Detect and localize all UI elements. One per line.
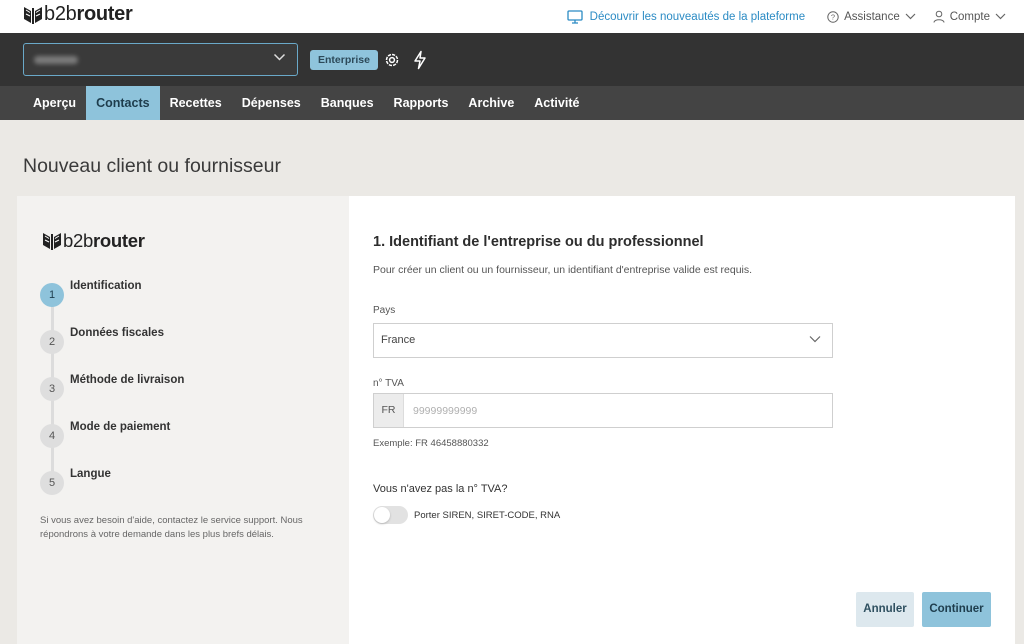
vat-field: FR [373, 393, 833, 428]
step-number: 3 [40, 377, 64, 401]
top-bar: b2brouter Découvrir les nouveautés de la… [0, 0, 1024, 33]
blurred-company-name [34, 56, 78, 64]
country-select[interactable]: France [373, 323, 833, 358]
assistance-menu[interactable]: ? Assistance [827, 11, 916, 23]
logo-text: b2brouter [63, 230, 145, 251]
assistance-label: Assistance [844, 10, 900, 23]
logo-text: b2brouter [44, 3, 133, 25]
continue-button[interactable]: Continuer [922, 592, 991, 627]
monitor-icon [567, 9, 583, 24]
company-selector[interactable] [23, 43, 298, 76]
form-subtitle: Pour créer un client ou un fournisseur, … [373, 264, 753, 276]
toggle-knob [374, 507, 390, 523]
nav-item-rapports[interactable]: Rapports [384, 86, 459, 120]
user-icon [933, 10, 945, 23]
company-bar: Enterprise [0, 33, 1024, 86]
chevron-down-icon [273, 53, 286, 61]
main-nav: Aperçu Contacts Recettes Dépenses Banque… [0, 86, 1024, 120]
vat-input[interactable] [405, 394, 832, 427]
step-label: Méthode de livraison [70, 374, 185, 386]
nav-item-depenses[interactable]: Dépenses [232, 86, 311, 120]
nav-item-banques[interactable]: Banques [311, 86, 384, 120]
country-label: Pays [373, 305, 396, 316]
no-vat-question: Vous n'avez pas la n° TVA? [373, 483, 508, 495]
step-mode-paiement: 4 Mode de paiement [40, 421, 171, 448]
form-card: b2brouter 1 Identification 2 Données fis… [17, 196, 1015, 644]
step-identification: 1 Identification [40, 280, 142, 307]
nav-item-activite[interactable]: Activité [524, 86, 589, 120]
form-heading: 1. Identifiant de l'entreprise ou du pro… [373, 234, 704, 250]
step-methode-livraison: 3 Méthode de livraison [40, 374, 185, 401]
discover-news-label: Découvrir les nouveautés de la plateform… [589, 10, 806, 23]
discover-news-link[interactable]: Découvrir les nouveautés de la plateform… [567, 9, 806, 24]
step-number: 1 [40, 283, 64, 307]
step-label: Données fiscales [70, 327, 164, 339]
nav-item-apercu[interactable]: Aperçu [23, 86, 86, 120]
page-title: Nouveau client ou fournisseur [23, 155, 281, 177]
alt-identifier-toggle-label: Porter SIREN, SIRET-CODE, RNA [414, 510, 561, 521]
account-label: Compte [949, 10, 990, 23]
support-help-text: Si vous avez besoin d'aide, contactez le… [40, 515, 303, 540]
step-label: Mode de paiement [70, 421, 171, 433]
vat-example: Exemple: FR 46458880332 [373, 438, 489, 449]
plan-badge: Enterprise [310, 50, 378, 70]
gear-icon[interactable] [383, 51, 401, 69]
step-label: Langue [70, 468, 111, 480]
vat-country-prefix: FR [374, 394, 404, 427]
nav-item-archive[interactable]: Archive [458, 86, 524, 120]
svg-text:?: ? [831, 12, 835, 21]
help-circle-icon: ? [827, 10, 839, 23]
chevron-down-icon [995, 13, 1006, 20]
step-donnees-fiscales: 2 Données fiscales [40, 327, 164, 354]
wizard-sidebar: b2brouter 1 Identification 2 Données fis… [17, 196, 349, 644]
step-label: Identification [70, 280, 142, 292]
nav-item-contacts[interactable]: Contacts [86, 86, 160, 120]
b2brouter-logo[interactable]: b2brouter [22, 3, 133, 26]
step-number: 4 [40, 424, 64, 448]
chevron-down-icon [809, 336, 821, 343]
nav-item-recettes[interactable]: Recettes [160, 86, 232, 120]
step-langue: 5 Langue [40, 468, 111, 495]
lightning-icon[interactable] [413, 50, 427, 70]
step-number: 2 [40, 330, 64, 354]
country-value: France [381, 334, 416, 346]
step-number: 5 [40, 471, 64, 495]
logo-mark-icon [24, 6, 42, 24]
cancel-button[interactable]: Annuler [856, 592, 914, 627]
account-menu[interactable]: Compte [933, 10, 1006, 23]
b2brouter-logo: b2brouter [41, 230, 145, 252]
vat-label: n° TVA [373, 378, 404, 389]
chevron-down-icon [905, 13, 916, 20]
logo-mark-icon [43, 233, 61, 250]
alt-identifier-toggle[interactable] [373, 506, 408, 524]
